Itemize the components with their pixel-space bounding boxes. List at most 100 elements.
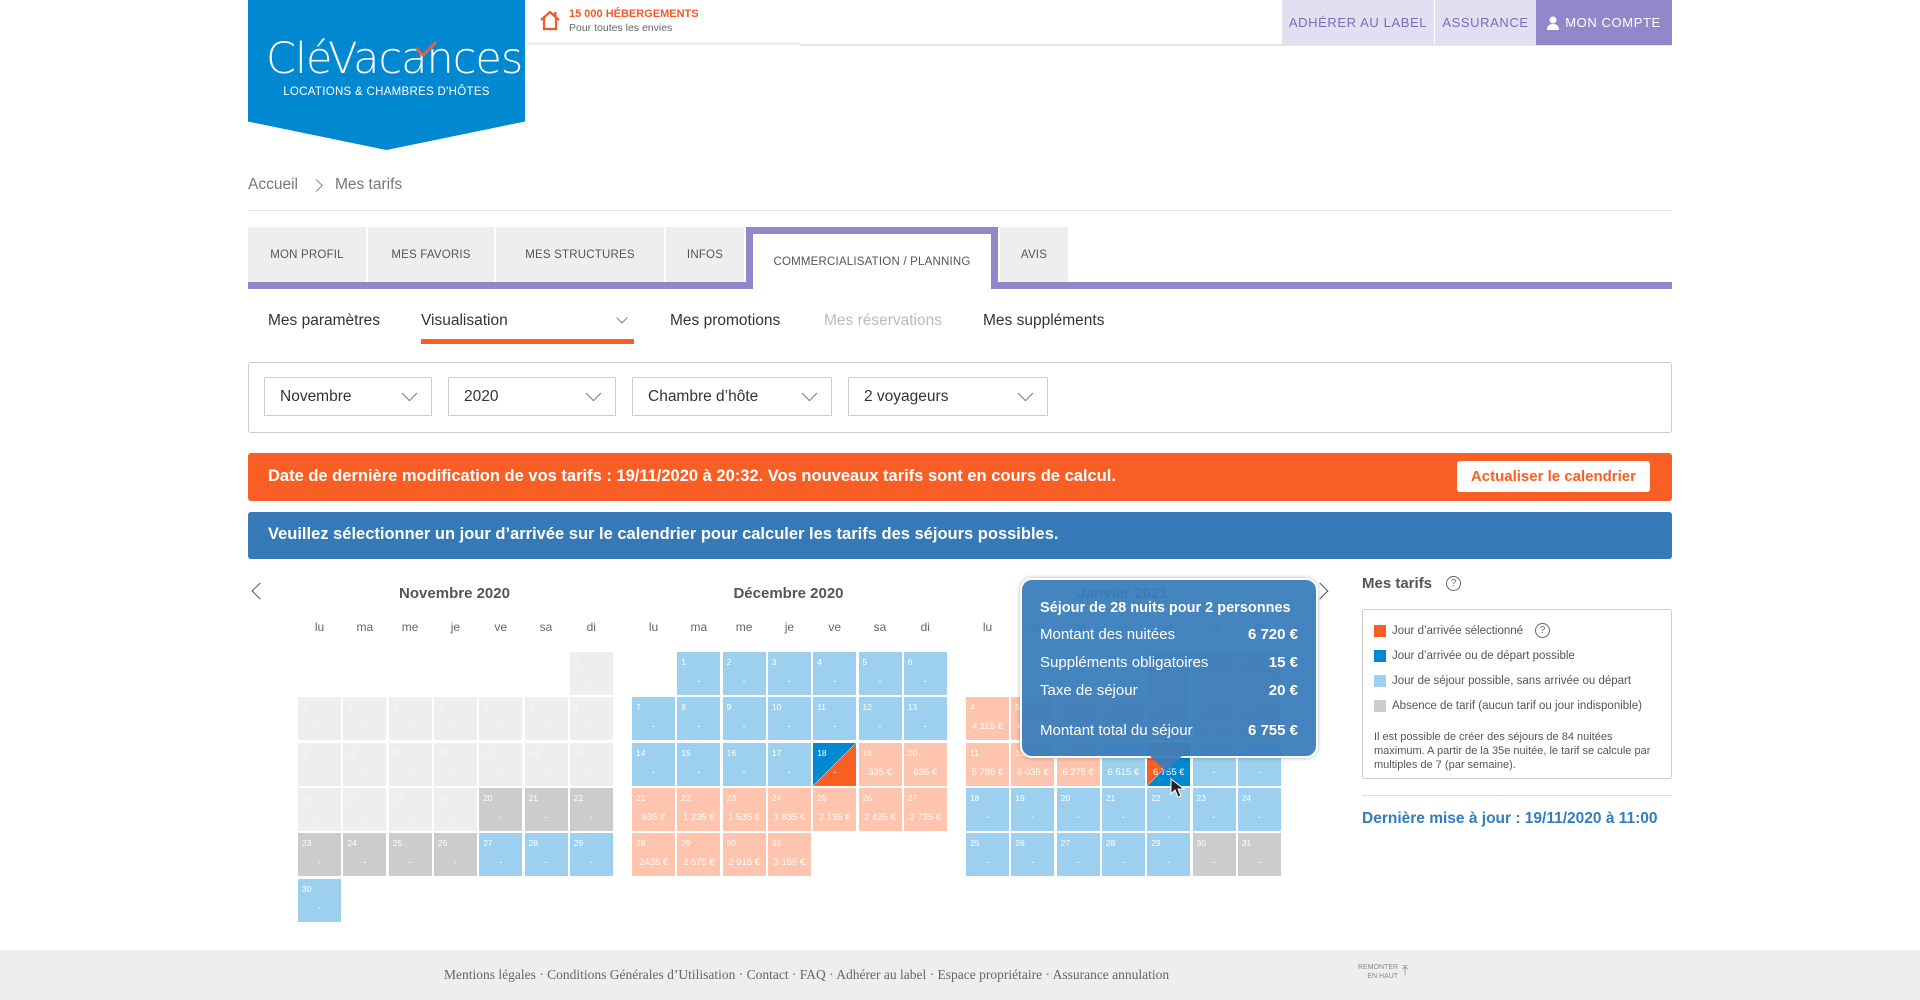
calendar-day[interactable]: 1-	[677, 652, 721, 695]
calendar-day[interactable]: 29-	[1147, 833, 1191, 877]
calendar-day[interactable]: 5-	[858, 652, 902, 695]
calendar-day[interactable]: 3-	[343, 697, 387, 741]
calendar-day[interactable]: 10-	[767, 697, 811, 741]
calendar-day[interactable]: 6-	[903, 652, 947, 695]
calendar-day[interactable]: 17-	[767, 742, 811, 786]
calendar-day[interactable]: 14-	[632, 742, 675, 786]
calendar-day[interactable]: 20-	[479, 787, 523, 831]
calendar-day[interactable]: 31 3 155 €	[767, 833, 811, 877]
calendar-day[interactable]: 27 2 735 €	[903, 787, 947, 831]
month-select[interactable]: Novembre	[264, 377, 432, 416]
subnav-mes-parametres[interactable]: Mes paramètres	[268, 312, 380, 330]
calendar-day[interactable]: 3-	[767, 652, 811, 695]
calendar-day[interactable]: 12-	[433, 742, 477, 786]
calendar-day[interactable]: 21 935 €	[632, 787, 675, 831]
calendar-day[interactable]: 28-	[1101, 833, 1145, 877]
calendar-day[interactable]: 7-	[632, 697, 675, 741]
calendar-day[interactable]: 8-	[677, 697, 721, 741]
help-icon[interactable]: ?	[1446, 576, 1462, 591]
calendar-day[interactable]: 24 1 835 €	[767, 787, 811, 831]
calendar-day[interactable]: 19 335 €	[858, 742, 902, 786]
calendar-day[interactable]: 10-	[343, 742, 387, 786]
calendar-day[interactable]: 11-	[813, 697, 857, 741]
calendar-day[interactable]: 6-	[479, 697, 523, 741]
calendar-day[interactable]: 17-	[343, 787, 387, 831]
subnav-mes-promotions[interactable]: Mes promotions	[670, 312, 780, 330]
calendar-day[interactable]: 2-	[722, 652, 766, 695]
calendar-day[interactable]: 22 1 235 €	[677, 787, 721, 831]
subnav-visualisation[interactable]: Visualisation	[421, 312, 634, 330]
calendar-day[interactable]: 25-	[966, 833, 1009, 877]
calendar-day[interactable]: 5-	[433, 697, 477, 741]
refresh-calendar-button[interactable]: Actualiser le calendrier	[1456, 461, 1650, 492]
calendar-day[interactable]: 18-	[966, 787, 1009, 831]
calendar-day[interactable]: 26-	[1011, 833, 1055, 877]
calendar-day[interactable]: 25 2 135 €	[813, 787, 857, 831]
calendar-day[interactable]: 24-	[1237, 787, 1281, 831]
calendar-day[interactable]: 18-	[813, 742, 857, 786]
guests-select[interactable]: 2 voyageurs	[848, 377, 1048, 416]
calendar-day[interactable]: 18-	[388, 787, 432, 831]
tab-avis[interactable]: AVIS	[1000, 227, 1068, 282]
calendar-day[interactable]: 29 2 675 €	[677, 833, 721, 877]
tab-mes-favoris[interactable]: MES FAVORIS	[368, 227, 494, 282]
calendar-day[interactable]: 7-	[524, 697, 568, 741]
calendar-day[interactable]: 12-	[858, 697, 902, 741]
calendar-day[interactable]: 21-	[524, 787, 568, 831]
tab-commercialisation-planning[interactable]: COMMERCIALISATION / PLANNING	[746, 227, 998, 289]
calendar-day[interactable]: 30-	[298, 878, 341, 922]
logo[interactable]: CléVacances LOCATIONS & CHAMBRES D'HÔTES	[248, 0, 525, 150]
calendar-day[interactable]: 9-	[722, 697, 766, 741]
calendar-day[interactable]: 23-	[1192, 787, 1236, 831]
calendar-day[interactable]: 24-	[343, 833, 387, 877]
tab-mon-profil[interactable]: MON PROFIL	[248, 227, 366, 282]
calendar-day[interactable]: 4-	[813, 652, 857, 695]
tab-mes-structures[interactable]: MES STRUCTURES	[496, 227, 664, 282]
calendar-day[interactable]: 28 2435 €	[632, 833, 675, 877]
calendar-day[interactable]: 19-	[1011, 787, 1055, 831]
calendar-day[interactable]: 9-	[298, 742, 341, 786]
calendar-day[interactable]: 19-	[433, 787, 477, 831]
calendar-day[interactable]: 13-	[479, 742, 523, 786]
calendar-day[interactable]: 29-	[569, 833, 613, 877]
calendar-day[interactable]: 20 635 €	[903, 742, 947, 786]
calendar-day[interactable]: 30 2 915 €	[722, 833, 766, 877]
calendar-day[interactable]: 2-	[298, 697, 341, 741]
type-select[interactable]: Chambre d’hôte	[632, 377, 832, 416]
back-to-top-button[interactable]: REMONTER EN HAUT	[1358, 963, 1398, 981]
calendar-day[interactable]: 27-	[479, 833, 523, 877]
calendar-day[interactable]: 15-	[569, 742, 613, 786]
calendar-day[interactable]: 8-	[569, 697, 613, 741]
calendar-day[interactable]: 16-	[722, 742, 766, 786]
subnav-mes-reservations[interactable]: Mes réservations	[824, 312, 942, 330]
calendar-day[interactable]: 22-	[569, 787, 613, 831]
calendar-day[interactable]: 21-	[1101, 787, 1145, 831]
calendar-day[interactable]: 28-	[524, 833, 568, 877]
nav-my-account[interactable]: MON COMPTE	[1536, 0, 1672, 45]
breadcrumb-home[interactable]: Accueil	[248, 176, 298, 194]
nav-join-label[interactable]: ADHÉRER AU LABEL	[1282, 0, 1434, 45]
calendar-day[interactable]: 4 4 115 €	[966, 697, 1009, 741]
help-icon[interactable]: ?	[1535, 623, 1551, 638]
calendar-day[interactable]: 25-	[388, 833, 432, 877]
subnav-mes-supplements[interactable]: Mes suppléments	[983, 312, 1104, 330]
tab-infos[interactable]: INFOS	[666, 227, 744, 282]
calendar-day[interactable]: 23-	[298, 833, 341, 877]
calendar-day[interactable]: 4-	[388, 697, 432, 741]
calendar-day[interactable]: 15-	[677, 742, 721, 786]
calendar-day[interactable]: 11-	[388, 742, 432, 786]
calendar-day[interactable]: 26 2 435 €	[858, 787, 902, 831]
calendar-day[interactable]: 13-	[903, 697, 947, 741]
prev-month-arrow-icon[interactable]	[251, 582, 269, 600]
calendar-day[interactable]: 16-	[298, 787, 341, 831]
calendar-day[interactable]: 20-	[1056, 787, 1100, 831]
nav-insurance[interactable]: ASSURANCE	[1435, 0, 1536, 45]
footer-links[interactable]: Mentions légales · Conditions Générales …	[444, 967, 1169, 983]
year-select[interactable]: 2020	[448, 377, 616, 416]
calendar-day[interactable]: 1-	[569, 652, 613, 695]
calendar-day[interactable]: 30-	[1192, 833, 1236, 877]
calendar-day[interactable]: 27-	[1056, 833, 1100, 877]
calendar-day[interactable]: 23 1 535 €	[722, 787, 766, 831]
calendar-day[interactable]: 26-	[433, 833, 477, 877]
calendar-day[interactable]: 11 5 795 €	[966, 742, 1009, 786]
